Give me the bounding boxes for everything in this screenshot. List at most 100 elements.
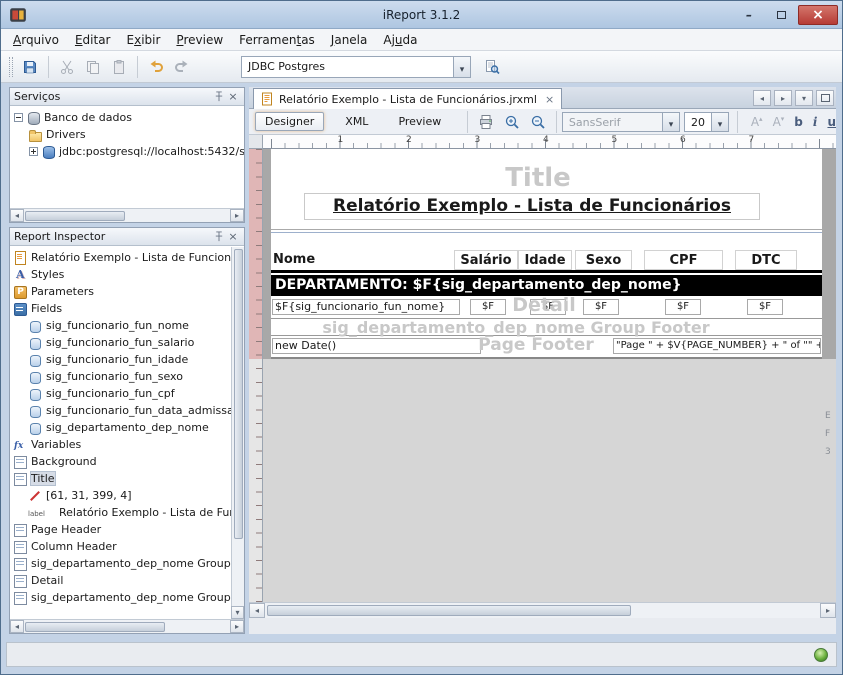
services-panel-header[interactable]: Serviços xyxy=(10,88,244,106)
toolbar-grip[interactable] xyxy=(9,57,13,77)
tree-node-61-31-399-4[interactable]: [61, 31, 399, 4] xyxy=(10,487,231,504)
scroll-right-icon[interactable] xyxy=(820,603,836,618)
cut-button[interactable] xyxy=(54,54,80,80)
tree-node-fields[interactable]: Fields xyxy=(10,300,231,317)
menu-editar[interactable]: Editar xyxy=(67,29,119,51)
pin-icon[interactable] xyxy=(212,230,226,243)
page-footer-page-field[interactable]: "Page " + $V{PAGE_NUMBER} + " of "" + $V xyxy=(613,338,821,354)
band-separator[interactable] xyxy=(271,232,822,233)
tree-node-sig-funcionario-fun-salario[interactable]: sig_funcionario_fun_salario xyxy=(10,334,231,351)
tree-node-sig-funcionario-fun-sexo[interactable]: sig_funcionario_fun_sexo xyxy=(10,368,231,385)
undo-button[interactable] xyxy=(143,54,169,80)
menu-janela[interactable]: Janela xyxy=(323,29,376,51)
document-tab[interactable]: Relatório Exemplo - Lista de Funcionário… xyxy=(253,88,562,109)
tree-node-sig-funcionario-fun-idade[interactable]: sig_funcionario_fun_idade xyxy=(10,351,231,368)
maximize-editor-button[interactable] xyxy=(816,90,834,106)
tree-node-column-header[interactable]: Column Header xyxy=(10,538,231,555)
scroll-left-icon[interactable] xyxy=(249,603,265,618)
scroll-right-icon[interactable] xyxy=(230,209,244,222)
menu-exibir[interactable]: Exibir xyxy=(119,29,169,51)
underline-button[interactable]: u xyxy=(827,115,836,129)
band-separator[interactable] xyxy=(271,229,822,230)
tree-node-banco-de-dados[interactable]: Banco de dados xyxy=(10,109,244,126)
font-family-dropdown-button[interactable] xyxy=(662,113,679,131)
report-page[interactable]: Title Relatório Exemplo - Lista de Funci… xyxy=(271,149,822,359)
datasource-combobox[interactable]: JDBC Postgres xyxy=(241,56,471,78)
scroll-tabs-right-button[interactable] xyxy=(774,90,792,106)
tree-node-sig-funcionario-fun-nome[interactable]: sig_funcionario_fun_nome xyxy=(10,317,231,334)
tree-node-styles[interactable]: Styles xyxy=(10,266,231,283)
design-canvas[interactable]: Title Relatório Exemplo - Lista de Funci… xyxy=(263,149,836,618)
inspector-panel-header[interactable]: Report Inspector xyxy=(10,228,244,246)
editor-hscrollbar[interactable] xyxy=(249,602,836,618)
italic-button[interactable]: i xyxy=(813,115,818,129)
expand-minus-icon[interactable] xyxy=(14,113,23,122)
column-header-dtc[interactable]: DTC xyxy=(735,250,797,270)
detail-field-1[interactable]: $F xyxy=(470,299,506,315)
font-family-combobox[interactable]: SansSerif xyxy=(562,112,680,132)
paste-button[interactable] xyxy=(106,54,132,80)
inspector-vscrollbar[interactable] xyxy=(231,247,244,619)
tree-node-relat-rio-exemplo-lista-de-funcion-rios[interactable]: Relatório Exemplo - Lista de Funcionário… xyxy=(10,249,231,266)
tree-node-sig-funcionario-fun-cpf[interactable]: sig_funcionario_fun_cpf xyxy=(10,385,231,402)
scroll-thumb[interactable] xyxy=(234,249,243,539)
group-header-field[interactable]: DEPARTAMENTO: $F{sig_departamento_dep_no… xyxy=(271,275,822,296)
minimize-button[interactable] xyxy=(734,5,764,25)
menu-ferramentas[interactable]: Ferramentas xyxy=(231,29,323,51)
scroll-down-icon[interactable] xyxy=(231,606,244,619)
scroll-right-icon[interactable] xyxy=(230,620,244,633)
maximize-button[interactable] xyxy=(766,5,796,25)
print-button[interactable] xyxy=(473,109,499,135)
scroll-thumb[interactable] xyxy=(25,211,125,221)
scroll-left-icon[interactable] xyxy=(10,620,24,633)
zoom-out-button[interactable] xyxy=(525,109,551,135)
view-button-preview[interactable]: Preview xyxy=(389,113,450,130)
tree-node-sig-departamento-dep-nome[interactable]: sig_departamento_dep_nome xyxy=(10,419,231,436)
report-query-button[interactable] xyxy=(479,54,505,80)
column-header-idade[interactable]: Idade xyxy=(518,250,572,270)
tree-node-sig-departamento-dep-nome-group-he[interactable]: sig_departamento_dep_nome Group He xyxy=(10,555,231,572)
close-panel-icon[interactable] xyxy=(226,230,240,243)
tree-node-relat-rio-exemplo-lista-de-funcior[interactable]: Relatório Exemplo - Lista de Funcior xyxy=(10,504,231,521)
view-button-designer[interactable]: Designer xyxy=(255,112,324,131)
copy-button[interactable] xyxy=(80,54,106,80)
bold-button[interactable]: b xyxy=(794,115,803,129)
detail-field-4[interactable]: $F xyxy=(665,299,701,315)
menu-preview[interactable]: Preview xyxy=(168,29,231,51)
detail-name-field[interactable]: $F{sig_funcionario_fun_nome} xyxy=(272,299,460,315)
column-header-cpf[interactable]: CPF xyxy=(644,250,723,270)
tree-node-drivers[interactable]: Drivers xyxy=(10,126,244,143)
scroll-thumb[interactable] xyxy=(25,622,165,632)
detail-field-3[interactable]: $F xyxy=(583,299,619,315)
save-button[interactable] xyxy=(17,54,43,80)
close-button[interactable] xyxy=(798,5,838,25)
scroll-thumb[interactable] xyxy=(267,605,631,616)
report-title-label[interactable]: Relatório Exemplo - Lista de Funcionário… xyxy=(304,193,760,220)
tab-list-dropdown-button[interactable] xyxy=(795,90,813,106)
column-header-sexo[interactable]: Sexo xyxy=(575,250,632,270)
view-button-xml[interactable]: XML xyxy=(336,113,377,130)
tree-node-page-header[interactable]: Page Header xyxy=(10,521,231,538)
page-footer-date-field[interactable]: new Date() xyxy=(272,338,481,354)
detail-field-5[interactable]: $F xyxy=(747,299,783,315)
expand-plus-icon[interactable] xyxy=(29,147,38,156)
tree-node-detail[interactable]: Detail xyxy=(10,572,231,589)
services-hscrollbar[interactable] xyxy=(10,208,244,222)
font-size-combobox[interactable]: 20 xyxy=(684,112,729,132)
close-panel-icon[interactable] xyxy=(226,90,240,103)
pin-icon[interactable] xyxy=(212,90,226,103)
inspector-hscrollbar[interactable] xyxy=(10,619,244,633)
status-indicator-icon[interactable] xyxy=(814,648,828,662)
tree-node-sig-funcionario-fun-data-admissac[interactable]: sig_funcionario_fun_data_admissac xyxy=(10,402,231,419)
tree-node-jdbc-postgresql-localhost-5432-si[interactable]: jdbc:postgresql://localhost:5432/si xyxy=(10,143,244,160)
tree-node-background[interactable]: Background xyxy=(10,453,231,470)
tree-node-sig-departamento-dep-nome-group-fo[interactable]: sig_departamento_dep_nome Group Fo xyxy=(10,589,231,606)
tree-node-parameters[interactable]: Parameters xyxy=(10,283,231,300)
datasource-dropdown-button[interactable] xyxy=(453,57,470,77)
menu-ajuda[interactable]: Ajuda xyxy=(375,29,425,51)
tree-node-variables[interactable]: Variables xyxy=(10,436,231,453)
font-size-dropdown-button[interactable] xyxy=(711,113,728,131)
grow-font-button[interactable]: A xyxy=(751,115,763,129)
tab-close-icon[interactable] xyxy=(545,93,554,106)
menu-arquivo[interactable]: Arquivo xyxy=(5,29,67,51)
